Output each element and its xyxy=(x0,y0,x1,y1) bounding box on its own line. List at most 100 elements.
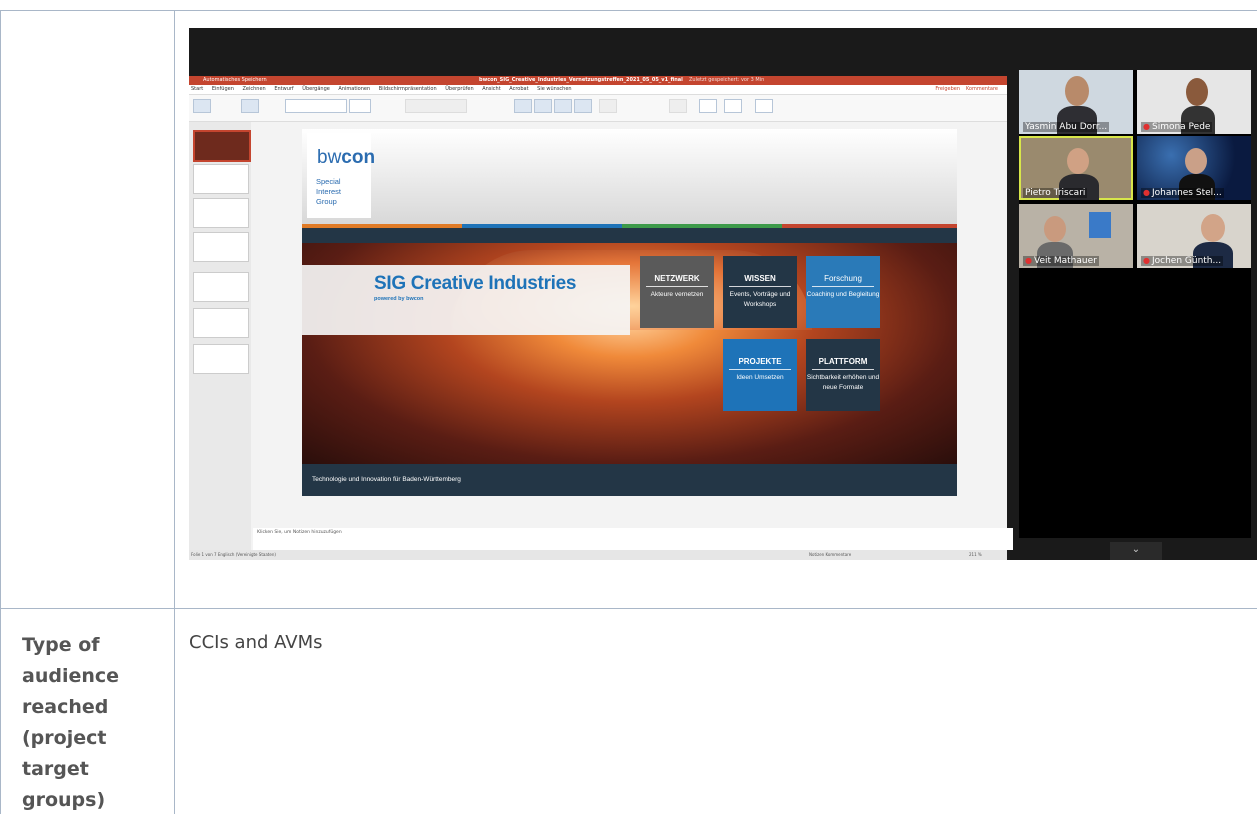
paste-button[interactable] xyxy=(193,99,211,113)
tile-text: Events, Vorträge und Workshops xyxy=(729,291,791,308)
slide-dark-band xyxy=(302,228,957,243)
tile-text: Akteure vernetzen xyxy=(650,291,704,298)
logo-sub-line: Special xyxy=(316,177,341,186)
ppt-titlebar: Automatisches Speichern bwcon_SIG_Creati… xyxy=(189,76,1007,85)
slide-thumbnail[interactable] xyxy=(193,344,249,374)
quick-styles-button[interactable] xyxy=(599,99,617,113)
participant-name: Johannes Stel... xyxy=(1151,188,1222,198)
status-notes-comments[interactable]: Notizen Kommentare xyxy=(809,550,851,560)
chevron-down-icon[interactable]: ⌄ xyxy=(1110,542,1162,560)
share-button[interactable]: Freigeben xyxy=(935,85,960,94)
dictate-button[interactable] xyxy=(699,99,717,113)
muted-mic-icon: ● xyxy=(1143,188,1150,197)
participant-video[interactable]: ● Veit Mathauer xyxy=(1019,204,1133,268)
font-size-select[interactable] xyxy=(349,99,371,113)
table-column-divider xyxy=(174,10,175,814)
participant-name: Veit Mathauer xyxy=(1033,256,1097,266)
tile-heading: WISSEN xyxy=(744,274,776,283)
muted-mic-icon: ● xyxy=(1143,256,1150,265)
new-slide-button[interactable] xyxy=(241,99,259,113)
table-border-top xyxy=(0,10,1257,11)
muted-mic-icon: ● xyxy=(1025,256,1032,265)
tile-netzwerk: NETZWERK Akteure vernetzen xyxy=(640,256,714,328)
row-label-line: audience xyxy=(22,665,120,687)
notes-pane[interactable]: Klicken Sie, um Notizen hinzuzufügen xyxy=(253,528,1013,550)
tile-heading: Forschung xyxy=(824,274,862,283)
tab-view[interactable]: Ansicht xyxy=(482,86,500,92)
autosave-label: Automatisches Speichern xyxy=(203,77,267,83)
participant-name: Jochen Günth... xyxy=(1151,256,1222,266)
slide-thumbnail[interactable] xyxy=(193,198,249,228)
tile-heading: NETZWERK xyxy=(654,274,700,283)
participant-video-active-speaker[interactable]: Pietro Triscari xyxy=(1019,136,1133,200)
tab-transitions[interactable]: Übergänge xyxy=(302,86,330,92)
participant-video[interactable]: ● Simona Pede xyxy=(1137,70,1251,134)
window-title: bwcon_SIG_Creative_Industries_Vernetzung… xyxy=(479,77,683,83)
slide-footer-text: Technologie und Innovation für Baden-Wür… xyxy=(312,476,461,483)
saved-status: Zuletzt gespeichert: vor 3 Min xyxy=(689,77,765,83)
logo-text-pre: bw xyxy=(317,147,342,168)
participant-name: Simona Pede xyxy=(1151,122,1211,132)
row-label-line: target xyxy=(22,758,89,780)
tab-tell-me[interactable]: Sie wünschen xyxy=(537,86,571,92)
tile-plattform: PLATTFORM Sichtbarkeit erhöhen und neue … xyxy=(806,339,880,411)
tile-heading: PROJEKTE xyxy=(738,357,782,366)
powerpoint-window: Automatisches Speichern bwcon_SIG_Creati… xyxy=(189,76,1013,560)
participant-name: Yasmin Abu Dorr... xyxy=(1023,122,1110,132)
row-label-line: reached xyxy=(22,696,109,718)
tab-review[interactable]: Überprüfen xyxy=(445,86,473,92)
designer-button[interactable] xyxy=(669,99,687,113)
slide-thumbnail[interactable] xyxy=(193,232,249,262)
tile-projekte: PROJEKTE Ideen Umsetzen xyxy=(723,339,797,411)
slide-thumbnail[interactable] xyxy=(193,308,249,338)
slide-subtitle: powered by bwcon xyxy=(374,296,424,302)
table-border-left xyxy=(0,10,1,814)
tab-animations[interactable]: Animationen xyxy=(338,86,370,92)
tile-text: Ideen Umsetzen xyxy=(736,374,784,381)
shapes-button[interactable] xyxy=(534,99,552,113)
tab-design[interactable]: Entwurf xyxy=(274,86,293,92)
share-pdf-button[interactable] xyxy=(755,99,773,113)
table-row-divider xyxy=(0,608,1257,609)
slide-canvas[interactable]: bwcon Special Interest Group SIG Creativ… xyxy=(302,129,957,496)
zoom-level[interactable]: 211 % xyxy=(969,550,982,560)
textbox-button[interactable] xyxy=(554,99,572,113)
tab-acrobat[interactable]: Acrobat xyxy=(509,86,528,92)
tab-start[interactable]: Start xyxy=(191,86,203,92)
participant-video[interactable]: ● Jochen Günth... xyxy=(1137,204,1251,268)
zoom-meeting-screenshot: Automatisches Speichern bwcon_SIG_Creati… xyxy=(189,28,1257,560)
participant-video[interactable]: ● Johannes Stel... xyxy=(1137,136,1251,200)
tab-slideshow[interactable]: Bildschirmpräsentation xyxy=(379,86,437,92)
status-slide-info: Folie 1 von 7 Englisch (Vereinigte Staat… xyxy=(191,552,276,557)
picture-button[interactable] xyxy=(514,99,532,113)
status-bar: Folie 1 von 7 Englisch (Vereinigte Staat… xyxy=(189,550,1007,560)
muted-mic-icon: ● xyxy=(1143,122,1150,131)
tile-text: Sichtbarkeit erhöhen und neue Formate xyxy=(806,374,880,391)
row-label-line: groups) xyxy=(22,789,106,811)
ribbon-tabs: Start Einfügen Zeichnen Entwurf Übergäng… xyxy=(189,85,1007,95)
row-label: Type of audience reached (project target… xyxy=(22,630,162,816)
logo-sub-line: Interest xyxy=(316,187,342,196)
logo-text-bold: con xyxy=(341,147,376,168)
participant-name: Pietro Triscari xyxy=(1023,188,1088,198)
slide-footer: Technologie und Innovation für Baden-Wür… xyxy=(302,464,957,496)
participant-video[interactable]: Yasmin Abu Dorr... xyxy=(1019,70,1133,134)
comments-button[interactable]: Kommentare xyxy=(966,85,998,94)
tab-insert[interactable]: Einfügen xyxy=(212,86,234,92)
create-pdf-button[interactable] xyxy=(724,99,742,113)
row-value: CCIs and AVMs xyxy=(189,632,323,653)
font-family-select[interactable] xyxy=(285,99,347,113)
slide-header-band xyxy=(302,129,957,224)
paragraph-controls[interactable] xyxy=(405,99,467,113)
tile-text: Coaching und Begleitung xyxy=(806,291,880,298)
row-label-line: (project xyxy=(22,727,107,749)
tile-wissen: WISSEN Events, Vorträge und Workshops xyxy=(723,256,797,328)
arrange-button[interactable] xyxy=(574,99,592,113)
tab-draw[interactable]: Zeichnen xyxy=(242,86,265,92)
slide-thumbnail[interactable] xyxy=(193,272,249,302)
slide-thumbnail[interactable] xyxy=(193,164,249,194)
participant-gallery: Yasmin Abu Dorr... ● Simona Pede Pietro T… xyxy=(1019,70,1251,538)
tile-heading: PLATTFORM xyxy=(818,357,868,366)
tile-forschung: Forschung Coaching und Begleitung xyxy=(806,256,880,328)
slide-thumbnail[interactable] xyxy=(193,130,251,162)
